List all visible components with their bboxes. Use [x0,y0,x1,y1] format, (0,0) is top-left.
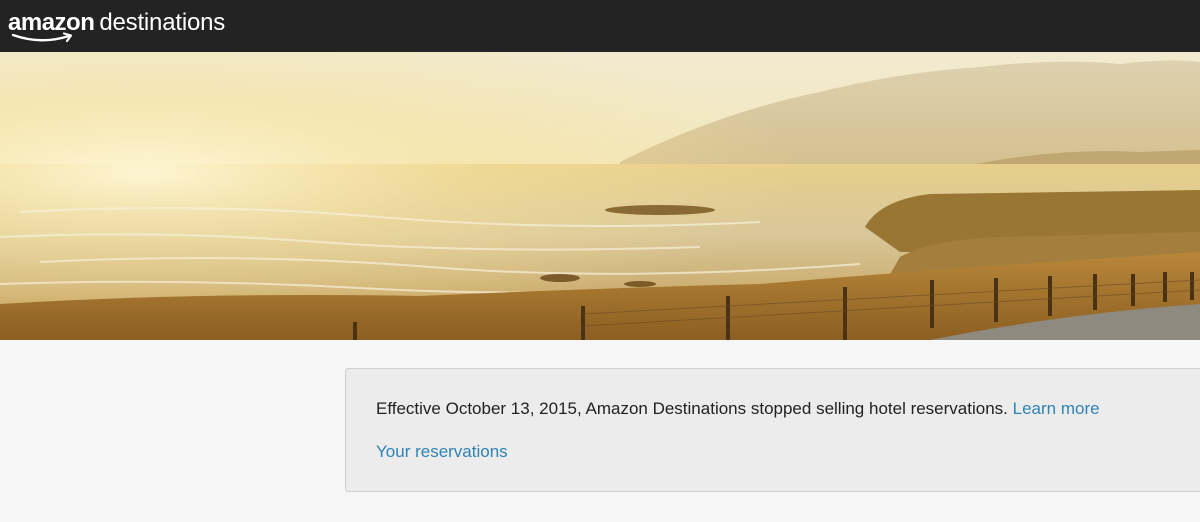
hero-banner [0,52,1200,340]
your-reservations-link[interactable]: Your reservations [376,442,508,462]
top-bar: amazon destinations [0,0,1200,52]
amazon-smile-icon [11,32,73,43]
logo-destinations-word: destinations [99,9,226,36]
notice-message-line: Effective October 13, 2015, Amazon Desti… [376,399,1100,419]
learn-more-link[interactable]: Learn more [1013,399,1100,418]
notice-message: Effective October 13, 2015, Amazon Desti… [376,399,1013,418]
amazon-destinations-logo[interactable]: amazon destinations [8,6,225,46]
discontinuation-notice: Effective October 13, 2015, Amazon Desti… [345,368,1200,492]
coastal-landscape-image [0,52,1200,340]
